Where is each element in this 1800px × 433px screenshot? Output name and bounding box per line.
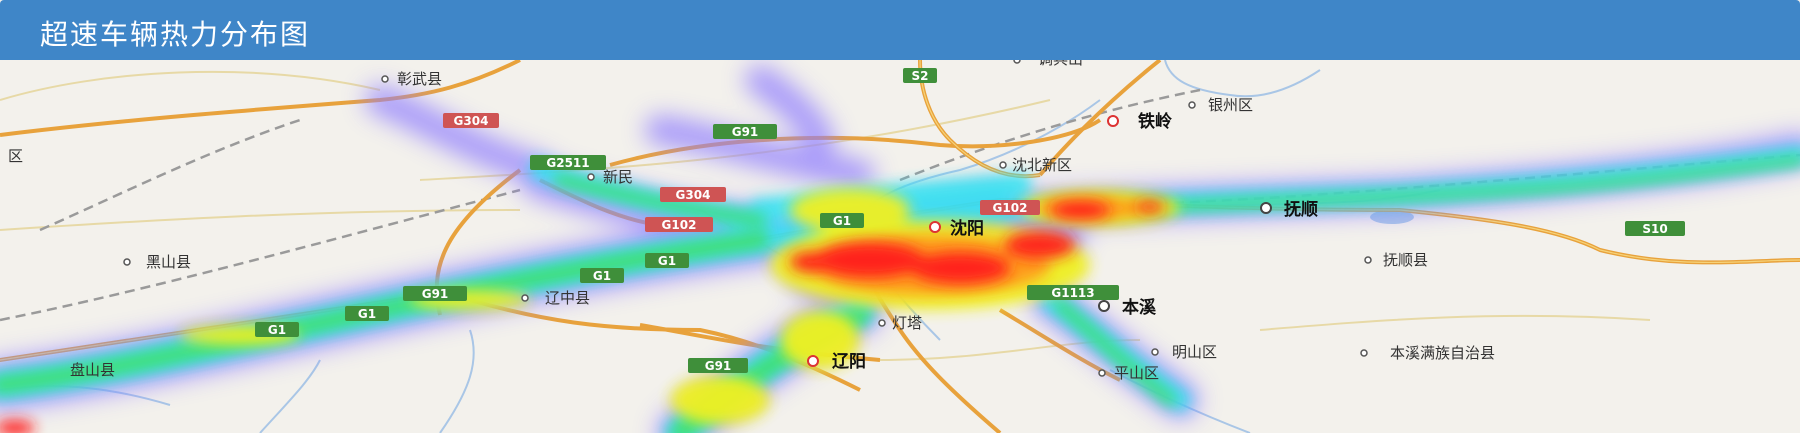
road-shield-s2: S2 (903, 68, 937, 83)
place-zhangwu-label: 彰武县 (397, 70, 442, 88)
place-yinzhou-label: 银州区 (1208, 96, 1253, 114)
place-heishan-label: 黑山县 (146, 253, 191, 271)
place-edge-district[interactable]: 区 (8, 147, 23, 165)
road-shield-g1-a-label: G1 (833, 214, 851, 228)
road-shield-g304: G304 (443, 113, 499, 128)
page-header: 超速车辆热力分布图 (0, 0, 1800, 60)
road-shield-g102-b: G102 (980, 200, 1040, 215)
place-dengta-label: 灯塔 (892, 314, 922, 332)
place-pingshan-label: 平山区 (1114, 364, 1159, 382)
road-shield-g91-c: G91 (688, 358, 748, 373)
road-shield-g1-b: G1 (645, 253, 689, 268)
place-edge-district-label: 区 (8, 147, 23, 165)
road-shield-g1113-label: G1113 (1051, 286, 1094, 300)
place-fushun-county-label: 抚顺县 (1383, 251, 1428, 269)
road-shield-g102: G102 (645, 217, 713, 232)
road-shield-s10: S10 (1625, 221, 1685, 236)
place-benxi-manchu-label: 本溪满族自治县 (1390, 344, 1495, 362)
place-benxi-label: 本溪 (1122, 297, 1157, 318)
place-tieling-label: 铁岭 (1138, 111, 1172, 132)
road-shield-g91-south-label: G91 (422, 287, 449, 301)
road-shield-g102-label: G102 (662, 218, 697, 232)
road-shield-g304-b: G304 (660, 187, 726, 202)
road-shield-g91-north-label: G91 (732, 125, 759, 139)
map-canvas[interactable]: S2 G304 G91 G2511 G304 G102 G1 G1 G1 G1 … (0, 60, 1800, 433)
place-panshan[interactable]: 盘山县 (70, 361, 115, 379)
road-shield-g1-b-label: G1 (658, 254, 676, 268)
place-liaozhong-label: 辽中县 (545, 289, 590, 307)
road-shield-s2-label: S2 (912, 69, 929, 83)
road-shield-g2511-label: G2511 (546, 156, 589, 170)
road-shield-g1-e: G1 (255, 322, 299, 337)
road-shield-g1-c-label: G1 (593, 269, 611, 283)
road-shield-g91-north: G91 (713, 124, 777, 139)
road-shield-s10-label: S10 (1642, 222, 1667, 236)
place-fushun-label: 抚顺 (1284, 199, 1318, 220)
road-shield-g2511: G2511 (530, 155, 606, 170)
place-shenbei-label: 沈北新区 (1012, 156, 1072, 174)
road-shield-g91-south: G91 (403, 286, 467, 301)
road-shield-g1-e-label: G1 (268, 323, 286, 337)
place-panshan-label: 盘山县 (70, 361, 115, 379)
place-shenyang-label: 沈阳 (950, 218, 984, 239)
road-shield-g1113: G1113 (1027, 285, 1119, 300)
place-tiaobingshan-label: 调兵山 (1038, 60, 1083, 68)
place-mingshan-label: 明山区 (1172, 343, 1217, 361)
road-shield-g1-d-label: G1 (358, 307, 376, 321)
place-liaoyang-label: 辽阳 (832, 352, 866, 372)
road-shield-g91-c-label: G91 (705, 359, 732, 373)
road-shield-g304-b-label: G304 (676, 188, 711, 202)
page-title: 超速车辆热力分布图 (40, 18, 311, 51)
road-shield-g102-b-label: G102 (993, 201, 1028, 215)
place-xinmin-label: 新民 (603, 168, 633, 186)
road-shield-g304-label: G304 (454, 114, 489, 128)
road-shield-g1-a: G1 (820, 213, 864, 228)
heatmap-map[interactable]: S2 G304 G91 G2511 G304 G102 G1 G1 G1 G1 … (0, 60, 1800, 433)
road-shield-g1-d: G1 (345, 306, 389, 321)
road-shield-g1-c: G1 (580, 268, 624, 283)
